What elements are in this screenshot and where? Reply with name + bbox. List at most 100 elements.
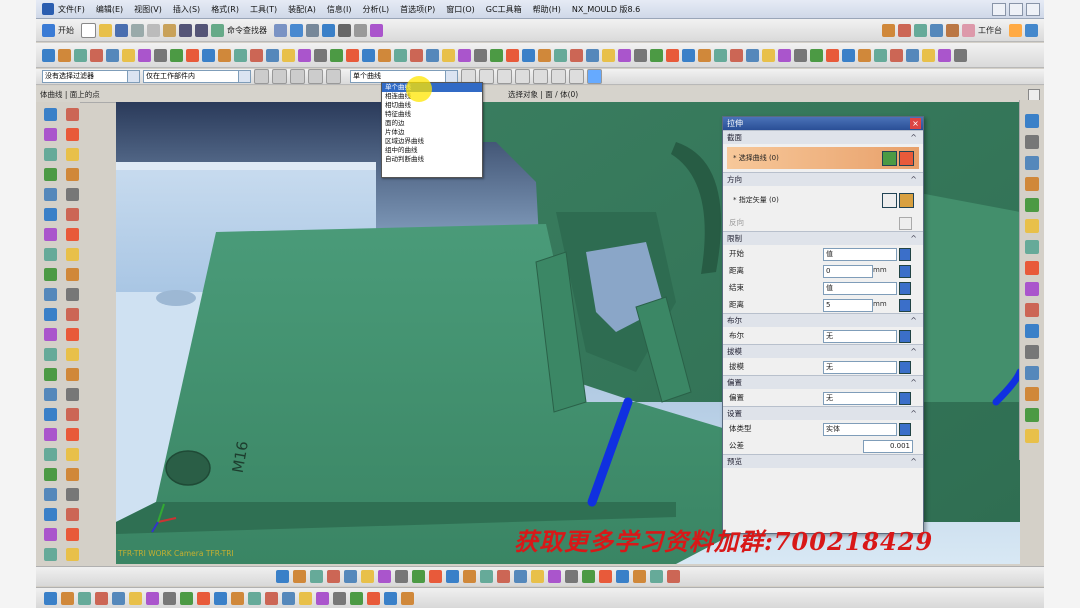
feature-tool-icon[interactable] [44, 368, 57, 381]
undo-icon[interactable] [179, 23, 192, 37]
utility-tool-icon[interactable] [367, 591, 380, 605]
vector-options-icon[interactable] [899, 193, 914, 208]
draft-dropdown-icon[interactable] [899, 361, 911, 374]
new-file-icon[interactable] [81, 22, 96, 38]
menu-help[interactable]: 帮助(H) [533, 4, 561, 15]
offset-dropdown-icon[interactable] [899, 392, 911, 405]
reverse-direction-icon[interactable] [899, 217, 912, 230]
utility-tool-icon[interactable] [282, 591, 295, 605]
sketch-tool-icon[interactable] [599, 570, 612, 583]
specify-vector-row[interactable]: * 指定矢量 (0) [727, 189, 919, 211]
menu-assembly[interactable]: 装配(A) [288, 4, 316, 15]
mold-tool-icon[interactable] [570, 48, 583, 62]
curve-rule-option[interactable]: 区域边界曲线 [382, 137, 482, 146]
resource-tab-icon[interactable] [1025, 219, 1039, 233]
mold-tool-icon[interactable] [634, 48, 647, 62]
mold-tool-icon[interactable] [330, 48, 343, 62]
feature-tool-icon[interactable] [44, 428, 57, 441]
menu-tools[interactable]: 工具(T) [250, 4, 277, 15]
mold-tool-icon[interactable] [202, 48, 215, 62]
resource-tab-icon[interactable] [1025, 198, 1039, 212]
utility-tool-icon[interactable] [248, 591, 261, 605]
mold-tool-icon[interactable] [794, 48, 807, 62]
curve-rule-option[interactable]: 面的边 [382, 119, 482, 128]
sketch-tool-icon[interactable] [446, 570, 459, 583]
selection-arrow-icon[interactable] [274, 23, 287, 37]
mold-tool-icon[interactable] [170, 48, 183, 62]
resource-tab-icon[interactable] [1025, 282, 1039, 296]
sketch-tool-icon[interactable] [310, 570, 323, 583]
menu-gc-toolkit[interactable]: GC工具箱 [486, 4, 522, 15]
layer-icon[interactable] [306, 23, 319, 37]
curve-rule-option[interactable]: 自动判断曲线 [382, 155, 482, 164]
feature-tool-icon[interactable] [44, 488, 57, 501]
mold-tool-icon[interactable] [682, 48, 695, 62]
mold-tool-icon[interactable] [762, 48, 775, 62]
save-icon[interactable] [115, 23, 128, 37]
sketch-tool-icon[interactable] [480, 570, 493, 583]
curve-rule-option[interactable]: 单个曲线 [382, 83, 482, 92]
boolean-header[interactable]: 布尔 [723, 313, 923, 327]
menu-preferences[interactable]: 首选项(P) [400, 4, 435, 15]
sketch-tool-icon[interactable] [514, 570, 527, 583]
sketch-section-icon[interactable] [882, 151, 897, 166]
mold-tool-icon[interactable] [74, 48, 87, 62]
utility-tool-icon[interactable] [231, 591, 244, 605]
feature-tool-icon[interactable] [44, 168, 57, 181]
sketch-tool-icon[interactable] [497, 570, 510, 583]
sketch-tool-icon[interactable] [395, 570, 408, 583]
mold-tool-icon[interactable] [858, 48, 871, 62]
menu-format[interactable]: 格式(R) [211, 4, 239, 15]
resource-tab-icon[interactable] [1025, 324, 1039, 338]
resource-tab-icon[interactable] [1025, 408, 1039, 422]
mold-tool-icon[interactable] [474, 48, 487, 62]
sketch-tool-icon[interactable] [650, 570, 663, 583]
utility-tool-icon[interactable] [95, 591, 108, 605]
limit-distance-input[interactable]: 0 [823, 265, 873, 278]
utility-tool-icon[interactable] [78, 591, 91, 605]
mold-tool-icon[interactable] [618, 48, 631, 62]
select-curve-row[interactable]: * 选择曲线 (0) [727, 147, 919, 169]
feature-select-icon[interactable] [290, 69, 305, 84]
snap-point-icon[interactable] [551, 69, 566, 84]
mold-tool-icon[interactable] [282, 48, 295, 62]
snap-face-icon[interactable] [569, 69, 584, 84]
mold-tool-icon[interactable] [410, 48, 423, 62]
utility-tool-icon[interactable] [333, 591, 346, 605]
mold-tool-icon[interactable] [874, 48, 887, 62]
resource-tab-icon[interactable] [1025, 387, 1039, 401]
draft-header[interactable]: 拔模 [723, 344, 923, 358]
start-label[interactable]: 开始 [58, 25, 74, 36]
mold-tool-icon[interactable] [394, 48, 407, 62]
utility-tool-icon[interactable] [129, 591, 142, 605]
limit-dropdown-icon[interactable] [899, 282, 911, 295]
feature-tool-icon[interactable] [44, 388, 57, 401]
start-icon[interactable] [42, 23, 55, 37]
workbench-icon[interactable] [962, 23, 975, 37]
utility-tool-icon[interactable] [316, 591, 329, 605]
command-finder-icon[interactable] [211, 23, 224, 37]
mold-tool-icon[interactable] [746, 48, 759, 62]
draft-select[interactable]: 无 [823, 361, 897, 374]
redo-icon[interactable] [195, 23, 208, 37]
resource-tab-icon[interactable] [1025, 114, 1039, 128]
feature-tool-icon[interactable] [44, 308, 57, 321]
feature-tool-icon[interactable] [66, 548, 79, 561]
mold-tool-icon[interactable] [586, 48, 599, 62]
sketch-tool-icon[interactable] [531, 570, 544, 583]
mold-parting-icon[interactable] [898, 23, 911, 37]
feature-tool-icon[interactable] [66, 188, 79, 201]
feature-tool-icon[interactable] [44, 128, 57, 141]
limits-header[interactable]: 限制 [723, 231, 923, 245]
feature-tool-icon[interactable] [44, 348, 57, 361]
mold-tool-icon[interactable] [954, 48, 967, 62]
resource-tab-icon[interactable] [1025, 240, 1039, 254]
feature-tool-icon[interactable] [66, 368, 79, 381]
display-icon[interactable] [290, 23, 303, 37]
feature-tool-icon[interactable] [44, 328, 57, 341]
mold-tool-icon[interactable] [426, 48, 439, 62]
mold-tool-icon[interactable] [458, 48, 471, 62]
mold-tool-icon[interactable] [138, 48, 151, 62]
menu-info[interactable]: 信息(I) [327, 4, 352, 15]
minimize-icon[interactable] [992, 3, 1006, 16]
